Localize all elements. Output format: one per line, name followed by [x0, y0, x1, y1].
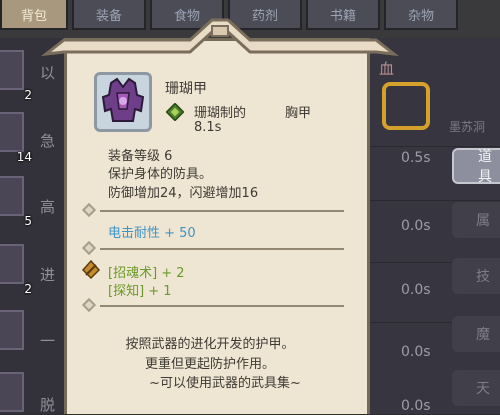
armor-icon	[101, 77, 145, 122]
item-material: 珊瑚制的	[194, 106, 247, 121]
tooltip-arch-ornament	[40, 18, 400, 57]
item-weight: 8.1s	[194, 120, 222, 135]
section-divider	[100, 305, 344, 307]
list-item-slot[interactable]: 5	[0, 176, 32, 228]
time-value: 0.0s	[401, 344, 431, 360]
partial-text-location: 墨苏洞	[449, 120, 486, 134]
description-line: 更重但更起防护作用。	[144, 357, 275, 372]
equip-level: 装备等级 6	[108, 149, 173, 164]
section-divider	[100, 248, 344, 250]
section-divider	[100, 210, 344, 212]
skill-book-icon	[81, 259, 101, 280]
time-value: 0.0s	[401, 398, 431, 414]
item-icon-frame	[94, 72, 152, 132]
side-tab-items[interactable]: 道具	[452, 148, 500, 185]
side-tab-skills[interactable]: 技	[452, 258, 500, 294]
list-item-slot[interactable]: 14	[0, 112, 32, 164]
side-tab-talent[interactable]: 天	[452, 370, 500, 406]
rarity-gem-icon	[166, 103, 184, 121]
time-value: 0.5s	[401, 150, 431, 166]
list-item-label: 急	[40, 132, 56, 150]
time-value: 0.0s	[401, 282, 431, 298]
skill-bonus-detect: [探知] + 1	[108, 284, 172, 299]
side-tab-attributes[interactable]: 属	[452, 202, 500, 238]
item-qty: 2	[24, 88, 32, 102]
list-item-slot[interactable]	[0, 310, 24, 350]
item-qty: 14	[16, 150, 32, 164]
time-value: 0.0s	[401, 218, 431, 234]
item-stats: 防御增加24，闪避增加16	[108, 186, 259, 201]
item-name: 珊瑚甲	[165, 81, 207, 97]
selected-slot-frame[interactable]	[382, 82, 430, 130]
list-item-label: 脱	[40, 396, 56, 414]
list-item-label: 进	[40, 266, 56, 284]
side-tab-magic[interactable]: 魔	[452, 316, 500, 352]
item-qty: 2	[24, 282, 32, 296]
list-item-slot[interactable]: 2	[0, 244, 32, 296]
item-qty: 5	[24, 214, 32, 228]
inventory-list	[0, 38, 66, 414]
skill-bonus-soul: [招魂术] + 2	[108, 266, 185, 281]
list-item-label: 一	[40, 332, 56, 350]
description-set-line: ~可以使用武器的武具集~	[149, 376, 301, 391]
item-slot-type: 胸甲	[285, 106, 312, 121]
item-flavor-text: 保护身体的防具。	[108, 167, 213, 182]
list-item-label: 高	[40, 198, 56, 216]
list-item-slot[interactable]	[0, 372, 24, 412]
description-line: 按照武器的进化开发的护甲。	[125, 337, 295, 352]
list-item-slot[interactable]: 2	[0, 50, 32, 102]
resist-stat: 电击耐性 + 50	[108, 226, 196, 241]
row-divider	[366, 200, 500, 201]
